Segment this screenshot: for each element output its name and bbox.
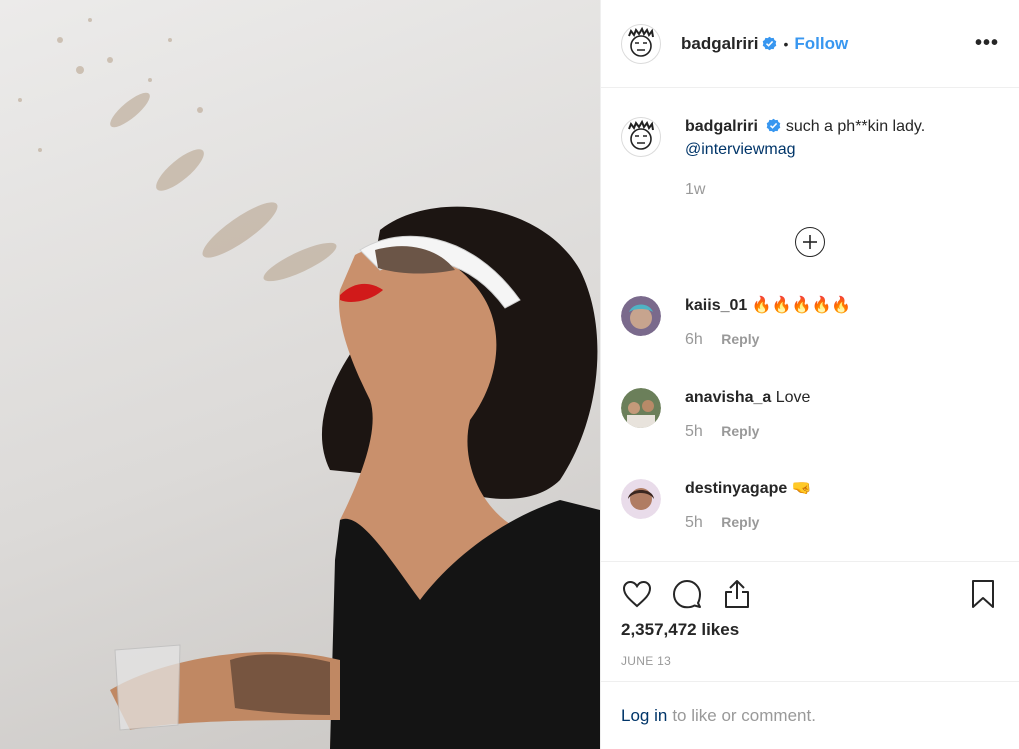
bookmark-icon[interactable] [967, 578, 999, 610]
avatar-face-icon [628, 119, 654, 150]
post-username[interactable]: badgalriri [681, 34, 758, 54]
caption-meta: 1w [685, 181, 1019, 199]
avatar-photo-icon [621, 479, 661, 519]
comment-body: 🤜 [791, 480, 812, 497]
verified-badge-icon [763, 36, 777, 51]
reply-button[interactable]: Reply [721, 331, 759, 347]
comment-time[interactable]: 6h [685, 331, 703, 348]
post-date[interactable]: JUNE 13 [621, 654, 999, 668]
verified-badge-icon [767, 118, 781, 133]
comment-time[interactable]: 5h [685, 423, 703, 440]
login-prompt: Log in to like or comment. [601, 681, 1019, 749]
more-options-icon[interactable]: ••• [975, 32, 999, 55]
login-prompt-text: to like or comment. [672, 705, 816, 725]
comment-body: Love [775, 389, 811, 406]
caption-avatar[interactable] [621, 117, 661, 157]
comment-bubble-icon[interactable] [671, 578, 703, 610]
comment-text: anavisha_a Love [685, 386, 1019, 409]
comment-text: destinyagape 🤜 [685, 477, 1019, 500]
like-heart-icon[interactable] [621, 578, 653, 610]
post-panel: badgalriri • Follow ••• badgalriri such … [600, 0, 1019, 749]
comment-item: anavisha_a Love 5h Reply [601, 386, 1019, 441]
comment-text: kaiis_01 🔥🔥🔥🔥🔥 [685, 294, 1019, 317]
commenter-avatar[interactable] [621, 479, 661, 519]
plus-icon [803, 235, 817, 249]
caption-text: badgalriri such a ph**kin lady. @intervi… [685, 115, 1019, 161]
load-more-comments-button[interactable] [795, 227, 825, 257]
avatar-photo-icon [621, 296, 661, 336]
comment-meta: 6h Reply [685, 331, 1019, 349]
post-header: badgalriri • Follow ••• [601, 0, 1019, 88]
caption-username[interactable]: badgalriri [685, 118, 758, 135]
post-actions: 2,357,472 likes JUNE 13 [601, 561, 1019, 681]
comment-meta: 5h Reply [685, 423, 1019, 441]
comment-meta: 5h Reply [685, 514, 1019, 532]
caption: badgalriri such a ph**kin lady. @intervi… [601, 115, 1019, 199]
share-icon[interactable] [721, 578, 753, 610]
post-photo[interactable] [0, 0, 600, 749]
commenter-avatar[interactable] [621, 296, 661, 336]
comment-time[interactable]: 5h [685, 514, 703, 531]
avatar-face-icon [628, 26, 654, 57]
likes-count[interactable]: 2,357,472 likes [621, 620, 999, 640]
action-icons [621, 562, 999, 626]
comment-username[interactable]: kaiis_01 [685, 297, 747, 314]
login-link[interactable]: Log in [621, 706, 667, 726]
caption-mention-link[interactable]: @interviewmag [685, 141, 796, 158]
separator-dot: • [783, 35, 789, 52]
commenter-avatar[interactable] [621, 388, 661, 428]
comment-item: kaiis_01 🔥🔥🔥🔥🔥 6h Reply [601, 294, 1019, 349]
comments-list[interactable]: badgalriri such a ph**kin lady. @intervi… [601, 89, 1019, 561]
comment-item: destinyagape 🤜 5h Reply [601, 477, 1019, 532]
comment-username[interactable]: anavisha_a [685, 389, 771, 406]
reply-button[interactable]: Reply [721, 423, 759, 439]
user-avatar[interactable] [621, 23, 661, 64]
caption-time[interactable]: 1w [685, 181, 705, 198]
comment-username[interactable]: destinyagape [685, 480, 787, 497]
comment-body: 🔥🔥🔥🔥🔥 [751, 297, 852, 314]
avatar-photo-icon [621, 388, 661, 428]
caption-body: such a ph**kin lady. [785, 118, 926, 135]
reply-button[interactable]: Reply [721, 514, 759, 530]
photo-illustration [18, 18, 600, 749]
follow-button[interactable]: Follow [794, 34, 848, 54]
